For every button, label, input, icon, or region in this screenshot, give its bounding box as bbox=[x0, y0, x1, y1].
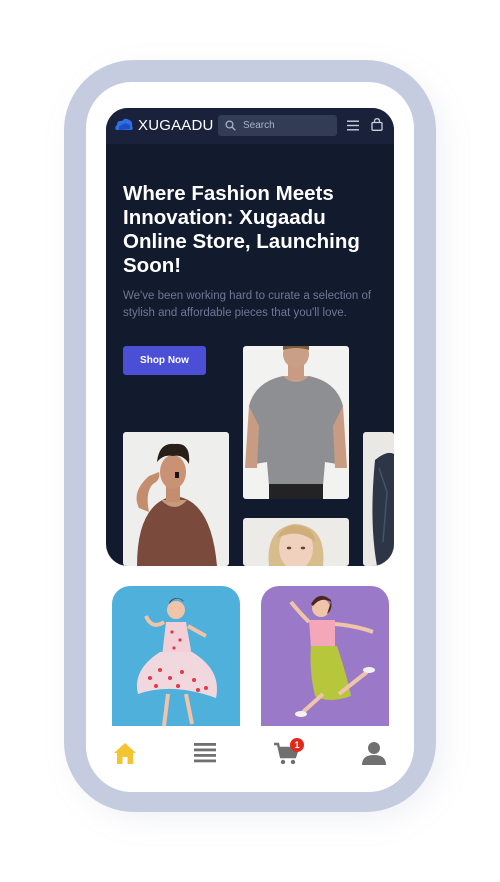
hero-title: Where Fashion Meets Innovation: Xugaadu … bbox=[123, 182, 360, 277]
search-icon bbox=[225, 120, 236, 131]
man-curly-hair-brown-tshirt-photo[interactable] bbox=[123, 432, 229, 566]
user-icon[interactable] bbox=[359, 738, 389, 768]
cloud-logo-icon[interactable] bbox=[114, 117, 134, 133]
blonde-woman-portrait-photo[interactable] bbox=[243, 518, 349, 566]
bottom-navigation: 1 bbox=[86, 726, 414, 792]
hero-section: XUGAADU Search Where Fashion Meets Innov… bbox=[106, 108, 394, 566]
man-grey-tshirt-photo[interactable] bbox=[243, 346, 349, 499]
menu-icon[interactable] bbox=[347, 120, 359, 131]
brand-name[interactable]: XUGAADU bbox=[138, 117, 214, 134]
woman-pink-top-green-skirt-photo[interactable] bbox=[261, 586, 389, 736]
search-input[interactable]: Search bbox=[218, 115, 337, 136]
search-placeholder: Search bbox=[243, 120, 275, 131]
woman-polka-dot-dress-photo[interactable] bbox=[112, 586, 240, 736]
denim-jacket-partial-photo[interactable] bbox=[363, 432, 394, 566]
list-icon[interactable] bbox=[190, 738, 220, 768]
cart-count-badge: 1 bbox=[290, 738, 304, 752]
hero-description: We've been working hard to curate a sele… bbox=[123, 290, 372, 319]
shop-now-button[interactable]: Shop Now bbox=[123, 346, 206, 375]
shopping-bag-icon[interactable] bbox=[371, 118, 383, 131]
home-icon[interactable] bbox=[110, 738, 140, 768]
phone-screen: XUGAADU Search Where Fashion Meets Innov… bbox=[86, 82, 414, 792]
top-navbar: XUGAADU Search bbox=[106, 108, 394, 144]
